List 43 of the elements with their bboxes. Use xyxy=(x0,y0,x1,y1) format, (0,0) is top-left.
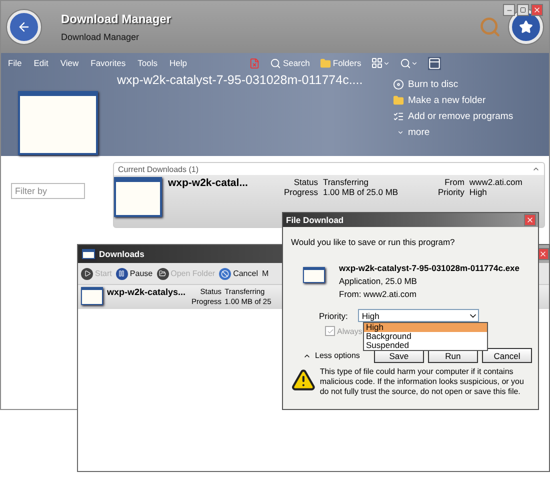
task-link[interactable]: more xyxy=(393,127,549,138)
toolbar-button[interactable]: M xyxy=(260,269,270,278)
file-type: Application, 25.0 MB xyxy=(339,276,418,286)
toolbar-button[interactable]: Folders xyxy=(320,58,362,68)
warning-text: This type of file could harm your computer if it contains malicious code. If the information looks suspicious, or you do not fully trust the source, do not open or save this file. xyxy=(320,367,525,397)
priority-label: Priority: xyxy=(319,310,348,320)
file-name: wxp-w2k-catalyst-7-95-031028m-011774c.exe xyxy=(339,263,520,273)
field-label: Progress xyxy=(284,187,318,197)
priority-select[interactable]: High xyxy=(358,309,479,322)
priority-option[interactable]: High xyxy=(364,323,487,332)
field-value: 1.00 MB of 25.0 MB xyxy=(322,187,400,197)
toolbar-button[interactable]: Cancel xyxy=(218,268,259,280)
group-title: Current Downloads (1) xyxy=(118,164,198,174)
toolbar-button[interactable]: Pause xyxy=(114,268,154,280)
task-link[interactable]: Add or remove programs xyxy=(393,111,549,122)
menu-item[interactable]: Edit xyxy=(34,58,48,68)
file-title: wxp-w2k-catalyst-7-95-031028m-011774c.... xyxy=(117,72,363,87)
toolbar-button[interactable]: Search xyxy=(270,58,310,68)
download-name: wxp-w2k-catalys... xyxy=(107,287,186,299)
window-title: Downloads xyxy=(99,249,144,259)
file-source: From: www2.ati.com xyxy=(339,289,418,299)
field-value: Transferring xyxy=(322,177,370,187)
field-value: High xyxy=(469,187,488,197)
download-name: wxp-w2k-catal... xyxy=(168,177,248,191)
field-value: www2.ati.com xyxy=(469,177,522,187)
field-label: Status xyxy=(292,177,318,187)
task-link[interactable]: Burn to disc xyxy=(393,79,549,90)
menu-item[interactable]: Help xyxy=(169,58,187,68)
menu-item[interactable]: View xyxy=(60,58,79,68)
dialog-title: File Download xyxy=(286,215,344,225)
menu-item[interactable]: File xyxy=(8,58,22,68)
field-label: Priority xyxy=(438,187,464,197)
less-options-button[interactable]: Less options xyxy=(303,351,360,360)
dialog-button[interactable]: Cancel xyxy=(482,348,532,363)
task-link[interactable]: Make a new folder xyxy=(393,95,549,106)
menu-item[interactable]: Favorites xyxy=(90,58,126,68)
menu-item[interactable]: Tools xyxy=(138,58,158,68)
field-label: From xyxy=(444,177,464,187)
window-title: Download Manager xyxy=(61,12,172,26)
filter-field[interactable]: Filter by xyxy=(11,183,85,199)
window-subtitle: Download Manager xyxy=(61,32,140,42)
checkbox-label: Always xyxy=(337,326,362,336)
dialog-question: Would you like to save or run this program? xyxy=(291,237,456,247)
